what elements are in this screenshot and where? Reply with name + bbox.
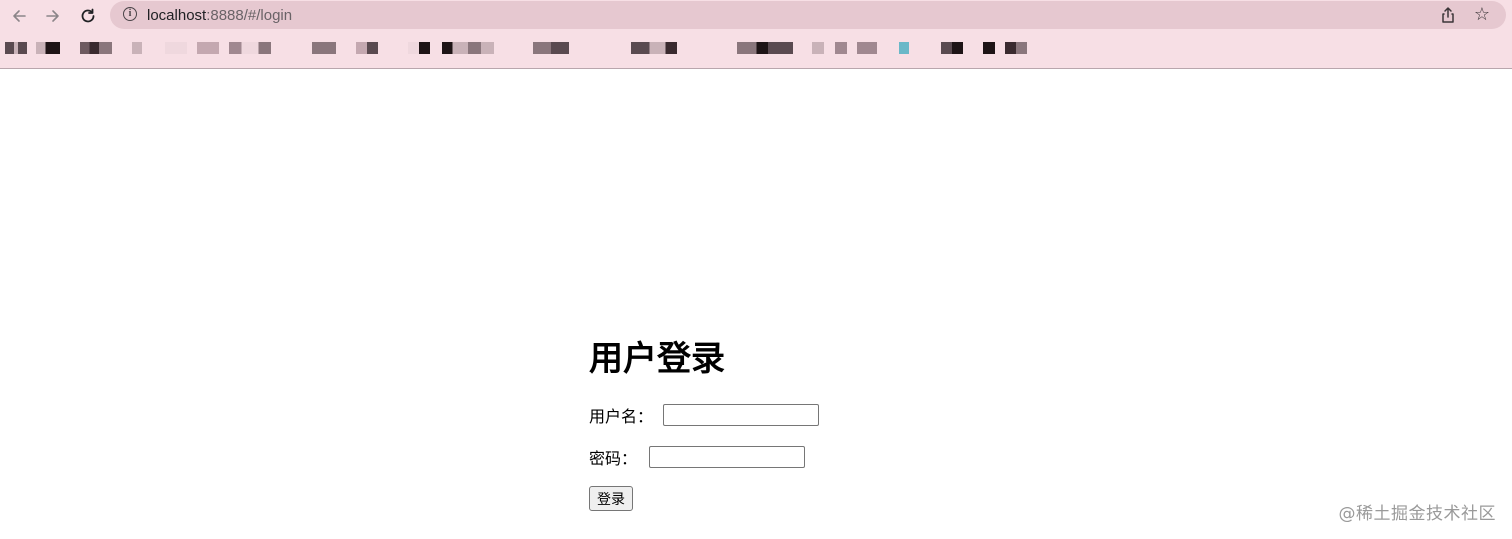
info-icon[interactable]: i	[123, 7, 137, 21]
username-label: 用户名：	[589, 407, 654, 426]
username-row: 用户名：	[589, 403, 820, 427]
star-icon[interactable]: ☆	[1474, 4, 1490, 26]
bookmark-item[interactable]	[899, 42, 909, 54]
bookmark-item[interactable]	[197, 42, 219, 54]
browser-chrome: i localhost:8888/#/login ☆	[0, 0, 1512, 88]
password-label: 密码：	[589, 449, 638, 468]
address-bar[interactable]: i localhost:8888/#/login ☆	[110, 1, 1506, 29]
login-button[interactable]: 登录	[589, 486, 633, 511]
share-icon[interactable]	[1439, 6, 1457, 24]
bookmark-item[interactable]	[356, 42, 378, 54]
bookmark-item[interactable]	[812, 42, 824, 54]
username-input[interactable]	[663, 404, 820, 426]
bookmark-item[interactable]	[983, 42, 995, 54]
bookmark-item[interactable]	[132, 42, 142, 54]
bookmark-item[interactable]	[36, 42, 60, 54]
bookmark-item[interactable]	[442, 42, 494, 54]
bookmark-item[interactable]	[737, 42, 793, 54]
bookmark-item[interactable]	[941, 42, 963, 54]
browser-toolbar: i localhost:8888/#/login ☆	[0, 0, 1512, 31]
page-content: 用户登录 用户名： 密码： 登录 @稀土掘金技术社区	[0, 69, 1512, 539]
url-text[interactable]: localhost:8888/#/login	[147, 7, 292, 24]
password-row: 密码：	[589, 445, 806, 469]
page-title: 用户登录	[589, 339, 725, 379]
bookmark-item[interactable]	[80, 42, 112, 54]
bookmark-item[interactable]	[835, 42, 847, 54]
arrow-right-icon[interactable]	[41, 4, 65, 28]
password-input[interactable]	[649, 446, 806, 468]
bookmark-item[interactable]	[857, 42, 877, 54]
reload-icon[interactable]	[76, 4, 100, 28]
bookmark-item[interactable]	[5, 42, 27, 54]
bookmark-item[interactable]	[165, 42, 187, 54]
bookmark-item[interactable]	[1005, 42, 1027, 54]
bookmarks-bar	[0, 35, 1512, 88]
arrow-left-icon[interactable]	[7, 4, 31, 28]
bookmark-item[interactable]	[631, 42, 677, 54]
bookmark-item[interactable]	[312, 42, 336, 54]
url-path: :8888/#/login	[206, 7, 293, 24]
bookmark-item[interactable]	[533, 42, 569, 54]
url-host: localhost	[147, 7, 207, 24]
watermark: @稀土掘金技术社区	[1338, 504, 1496, 524]
bookmark-item[interactable]	[408, 42, 430, 54]
bookmark-item[interactable]	[229, 42, 271, 54]
